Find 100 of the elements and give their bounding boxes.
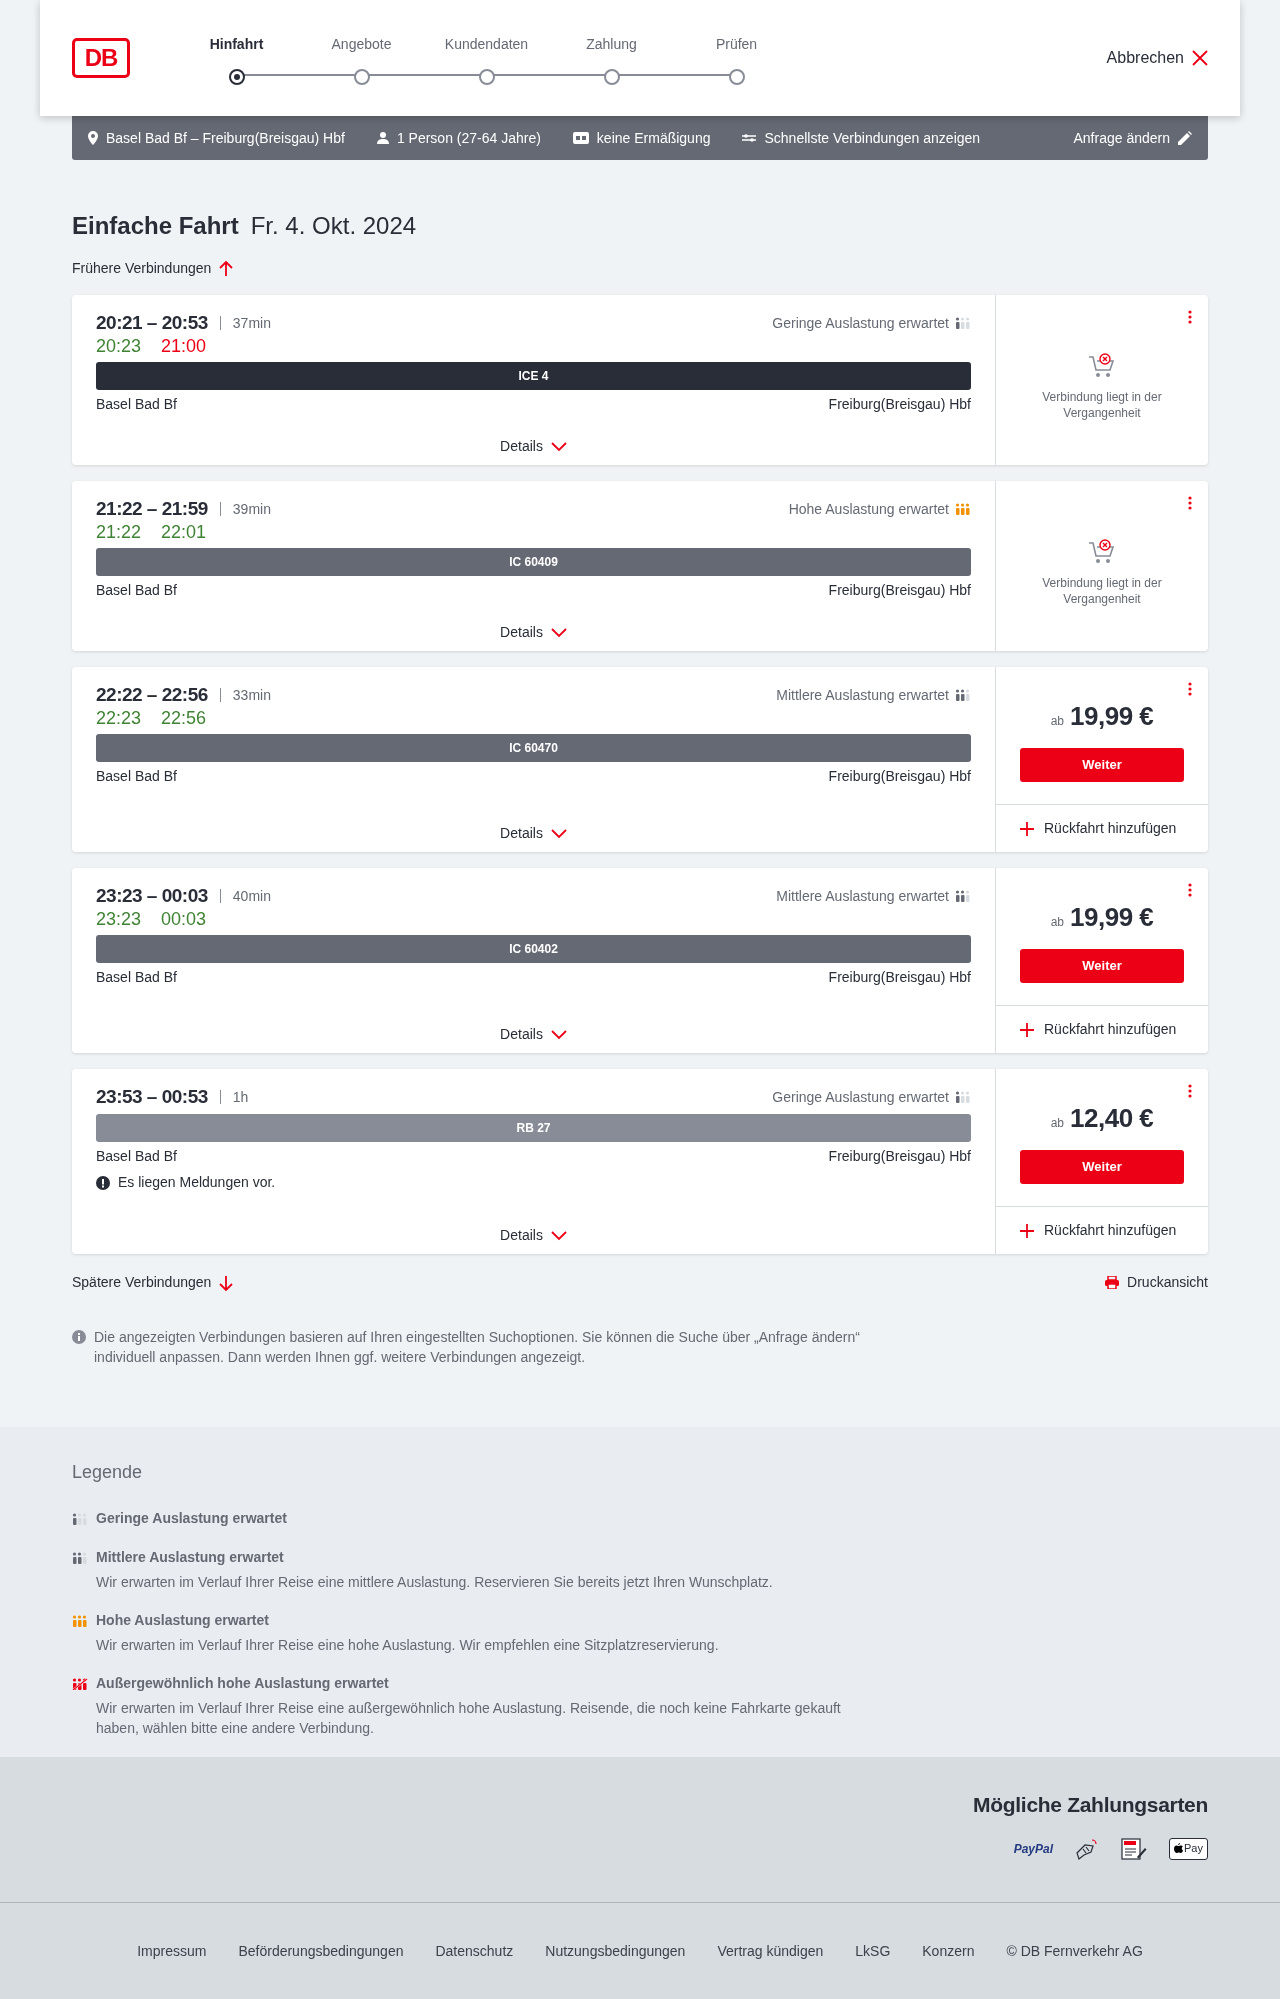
station-name: Basel Bad Bf: [96, 1147, 177, 1166]
more-options-icon[interactable]: [1188, 1084, 1192, 1098]
cancel-button[interactable]: Abbrechen: [1106, 46, 1208, 70]
details-button[interactable]: Details: [500, 1225, 567, 1246]
arrow-up-icon: [219, 260, 234, 277]
travel-date: Fr. 4. Okt. 2024: [250, 211, 417, 241]
chevron-down-icon: [550, 441, 567, 452]
later-connections-link[interactable]: Spätere Verbindungen: [72, 1272, 234, 1293]
realtime: 21:22: [96, 521, 142, 543]
footer-link[interactable]: Vertrag kündigen: [717, 1940, 824, 1962]
legend-item-title: Geringe Auslastung erwartet: [96, 1509, 287, 1528]
departure-arrival-times: 21:22 – 21:59: [96, 497, 208, 521]
step-label: Prüfen: [715, 34, 758, 54]
more-options-icon[interactable]: [1188, 496, 1192, 510]
chevron-down-icon: [550, 1029, 567, 1040]
earlier-connections-link[interactable]: Frühere Verbindungen: [72, 258, 234, 279]
location-pin-icon: [88, 131, 98, 145]
card-icon: [572, 132, 589, 144]
info-icon: [72, 1330, 86, 1344]
duration: 40min: [232, 886, 271, 906]
occupancy-text: Mittlere Auslastung erwartet: [776, 886, 949, 906]
legend-title: Legende: [72, 1461, 144, 1484]
page-title: Einfache Fahrt: [72, 211, 239, 241]
legend-item-text: Wir erwarten im Verlauf Ihrer Reise eine außergewöhnlich hohe Auslastung. Reisende, die noch keine Fahrkarte gekauft haben, wählen bitte eine andere Verbindung.: [96, 1699, 842, 1738]
details-button[interactable]: Details: [500, 823, 567, 844]
price-prefix: ab: [1050, 1115, 1065, 1132]
past-connection-text: Verbindung liegt in der Vergangenheit: [1041, 389, 1163, 421]
duration: 39min: [232, 499, 271, 519]
more-options-icon[interactable]: [1188, 883, 1192, 897]
close-icon: [1192, 50, 1208, 66]
train-bar: IC 60402: [96, 935, 971, 963]
realtime: 20:23: [96, 335, 142, 357]
continue-button[interactable]: Weiter: [1020, 1150, 1184, 1184]
more-options-icon[interactable]: [1188, 682, 1192, 696]
duration: 1h: [232, 1087, 249, 1107]
add-return-button[interactable]: Rückfahrt hinzufügen: [996, 1206, 1208, 1254]
footer-link[interactable]: Datenschutz: [435, 1940, 514, 1962]
paypal-logo: PayPal: [1013, 1840, 1054, 1858]
realtime: 22:01: [161, 521, 207, 543]
chevron-down-icon: [550, 828, 567, 839]
realtime: 00:03: [161, 908, 207, 930]
occupancy-text: Geringe Auslastung erwartet: [772, 1087, 949, 1107]
alert-icon: [96, 1175, 110, 1190]
station-name: Basel Bad Bf: [96, 767, 177, 786]
details-button[interactable]: Details: [500, 622, 567, 643]
message-text: Es liegen Meldungen vor.: [118, 1173, 276, 1192]
chevron-down-icon: [550, 627, 567, 638]
step-label: Angebote: [331, 34, 392, 54]
departure-arrival-times: 22:22 – 22:56: [96, 683, 208, 707]
step-label: Kundendaten: [444, 34, 529, 54]
price-prefix: ab: [1050, 914, 1065, 931]
legend-item-title: Außergewöhnlich hohe Auslastung erwartet: [96, 1674, 389, 1693]
footer-link[interactable]: Konzern: [922, 1940, 975, 1962]
occupancy-text: Hohe Auslastung erwartet: [788, 499, 949, 519]
apple-icon: [1174, 1843, 1184, 1854]
continue-button[interactable]: Weiter: [1020, 748, 1184, 782]
db-logo[interactable]: DB: [72, 38, 130, 78]
footer-link[interactable]: Beförderungsbedingungen: [238, 1940, 404, 1962]
train-bar: RB 27: [96, 1114, 971, 1142]
edit-request-button[interactable]: Anfrage ändern: [1073, 127, 1192, 149]
price: 19,99 €: [1070, 901, 1154, 934]
legend-item-text: Wir erwarten im Verlauf Ihrer Reise eine hohe Auslastung. Wir empfehlen eine Sitzplatzreservierung.: [96, 1636, 720, 1655]
footer-link[interactable]: © DB Fernverkehr AG: [1006, 1940, 1143, 1962]
person-icon: [376, 132, 389, 144]
summary-text: Basel Bad Bf – Freiburg(Breisgau) Hbf: [106, 128, 345, 148]
sliders-icon: [742, 133, 757, 143]
step-indicator[interactable]: [228, 68, 245, 85]
summary-text: Schnellste Verbindungen anzeigen: [764, 128, 981, 148]
summary-text: 1 Person (27-64 Jahre): [396, 128, 541, 148]
station-name: Freiburg(Breisgau) Hbf: [828, 395, 971, 414]
plus-icon: [1020, 1223, 1034, 1238]
add-return-button[interactable]: Rückfahrt hinzufügen: [996, 804, 1208, 852]
price-prefix: ab: [1050, 713, 1065, 730]
departure-arrival-times: 23:53 – 00:53: [96, 1085, 208, 1109]
apple-pay-text: Pay: [1184, 1841, 1203, 1857]
print-view-button[interactable]: Druckansicht: [1105, 1272, 1208, 1293]
footer-link[interactable]: Nutzungsbedingungen: [545, 1940, 686, 1962]
sepa-form-icon: [1121, 1837, 1148, 1860]
details-button[interactable]: Details: [500, 1024, 567, 1045]
details-button[interactable]: Details: [500, 436, 567, 457]
departure-arrival-times: 20:21 – 20:53: [96, 311, 208, 335]
station-name: Basel Bad Bf: [96, 395, 177, 414]
past-connection-text: Verbindung liegt in der Vergangenheit: [1041, 575, 1163, 607]
summary-text: keine Ermäßigung: [596, 128, 711, 148]
payment-title: Mögliche Zahlungsarten: [973, 1792, 1208, 1818]
footer-link[interactable]: Impressum: [137, 1940, 207, 1962]
more-options-icon[interactable]: [1188, 310, 1192, 324]
legend-item-text: Wir erwarten im Verlauf Ihrer Reise eine mittlere Auslastung. Reservieren Sie bereits jetzt Ihren Wunschplatz.: [96, 1573, 774, 1592]
footer-link[interactable]: LkSG: [855, 1940, 891, 1962]
add-return-button[interactable]: Rückfahrt hinzufügen: [996, 1005, 1208, 1053]
occupancy-text: Mittlere Auslastung erwartet: [776, 685, 949, 705]
station-name: Basel Bad Bf: [96, 968, 177, 987]
cart-unavailable-icon: [1088, 353, 1116, 379]
train-bar: IC 60409: [96, 548, 971, 576]
price: 12,40 €: [1070, 1102, 1154, 1135]
station-name: Freiburg(Breisgau) Hbf: [828, 968, 971, 987]
legend-item-title: Mittlere Auslastung erwartet: [96, 1548, 284, 1567]
continue-button[interactable]: Weiter: [1020, 949, 1184, 983]
chevron-down-icon: [550, 1230, 567, 1241]
realtime: 22:56: [161, 707, 207, 729]
